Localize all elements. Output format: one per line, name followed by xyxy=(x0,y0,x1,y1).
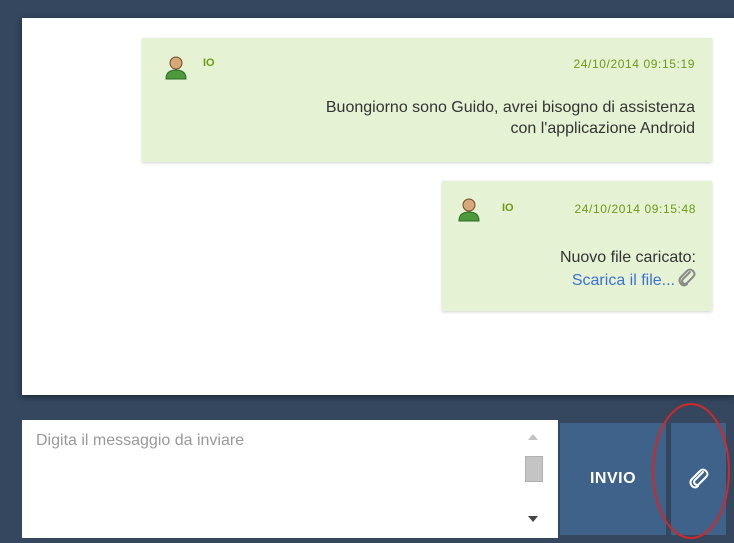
download-file-link[interactable]: Scarica il file... xyxy=(456,268,696,291)
chat-message: IO 24/10/2014 09:15:48 Nuovo file carica… xyxy=(442,181,712,311)
paperclip-icon xyxy=(689,468,708,489)
composer-scrollbar[interactable] xyxy=(523,428,545,530)
send-button[interactable]: INVIO xyxy=(560,423,666,535)
download-link-label[interactable]: Scarica il file... xyxy=(572,272,675,289)
user-icon xyxy=(458,198,480,222)
message-text: Nuovo file caricato: Scarica il file... xyxy=(456,247,696,291)
scroll-up-arrow-icon[interactable] xyxy=(528,434,538,440)
message-text: Buongiorno sono Guido, avrei bisogno di … xyxy=(175,97,695,139)
scrollbar-thumb[interactable] xyxy=(525,456,543,482)
file-uploaded-text: Nuovo file caricato: xyxy=(559,249,696,266)
message-timestamp: 24/10/2014 09:15:19 xyxy=(573,57,695,71)
chat-history-panel: IO 24/10/2014 09:15:19 Buongiorno sono G… xyxy=(22,18,734,395)
message-line: Buongiorno sono Guido, avrei bisogno di … xyxy=(325,99,695,116)
message-sender: IO xyxy=(203,57,215,69)
chat-message: IO 24/10/2014 09:15:19 Buongiorno sono G… xyxy=(142,38,712,162)
paperclip-icon[interactable] xyxy=(678,268,696,288)
scroll-down-arrow-icon[interactable] xyxy=(528,516,538,522)
message-input[interactable] xyxy=(22,420,522,538)
message-line: con l'applicazione Android xyxy=(510,120,695,137)
message-sender: IO xyxy=(502,202,514,214)
attach-file-button[interactable] xyxy=(671,423,726,535)
message-composer xyxy=(22,420,558,538)
message-timestamp: 24/10/2014 09:15:48 xyxy=(574,202,696,216)
user-icon xyxy=(165,56,187,80)
